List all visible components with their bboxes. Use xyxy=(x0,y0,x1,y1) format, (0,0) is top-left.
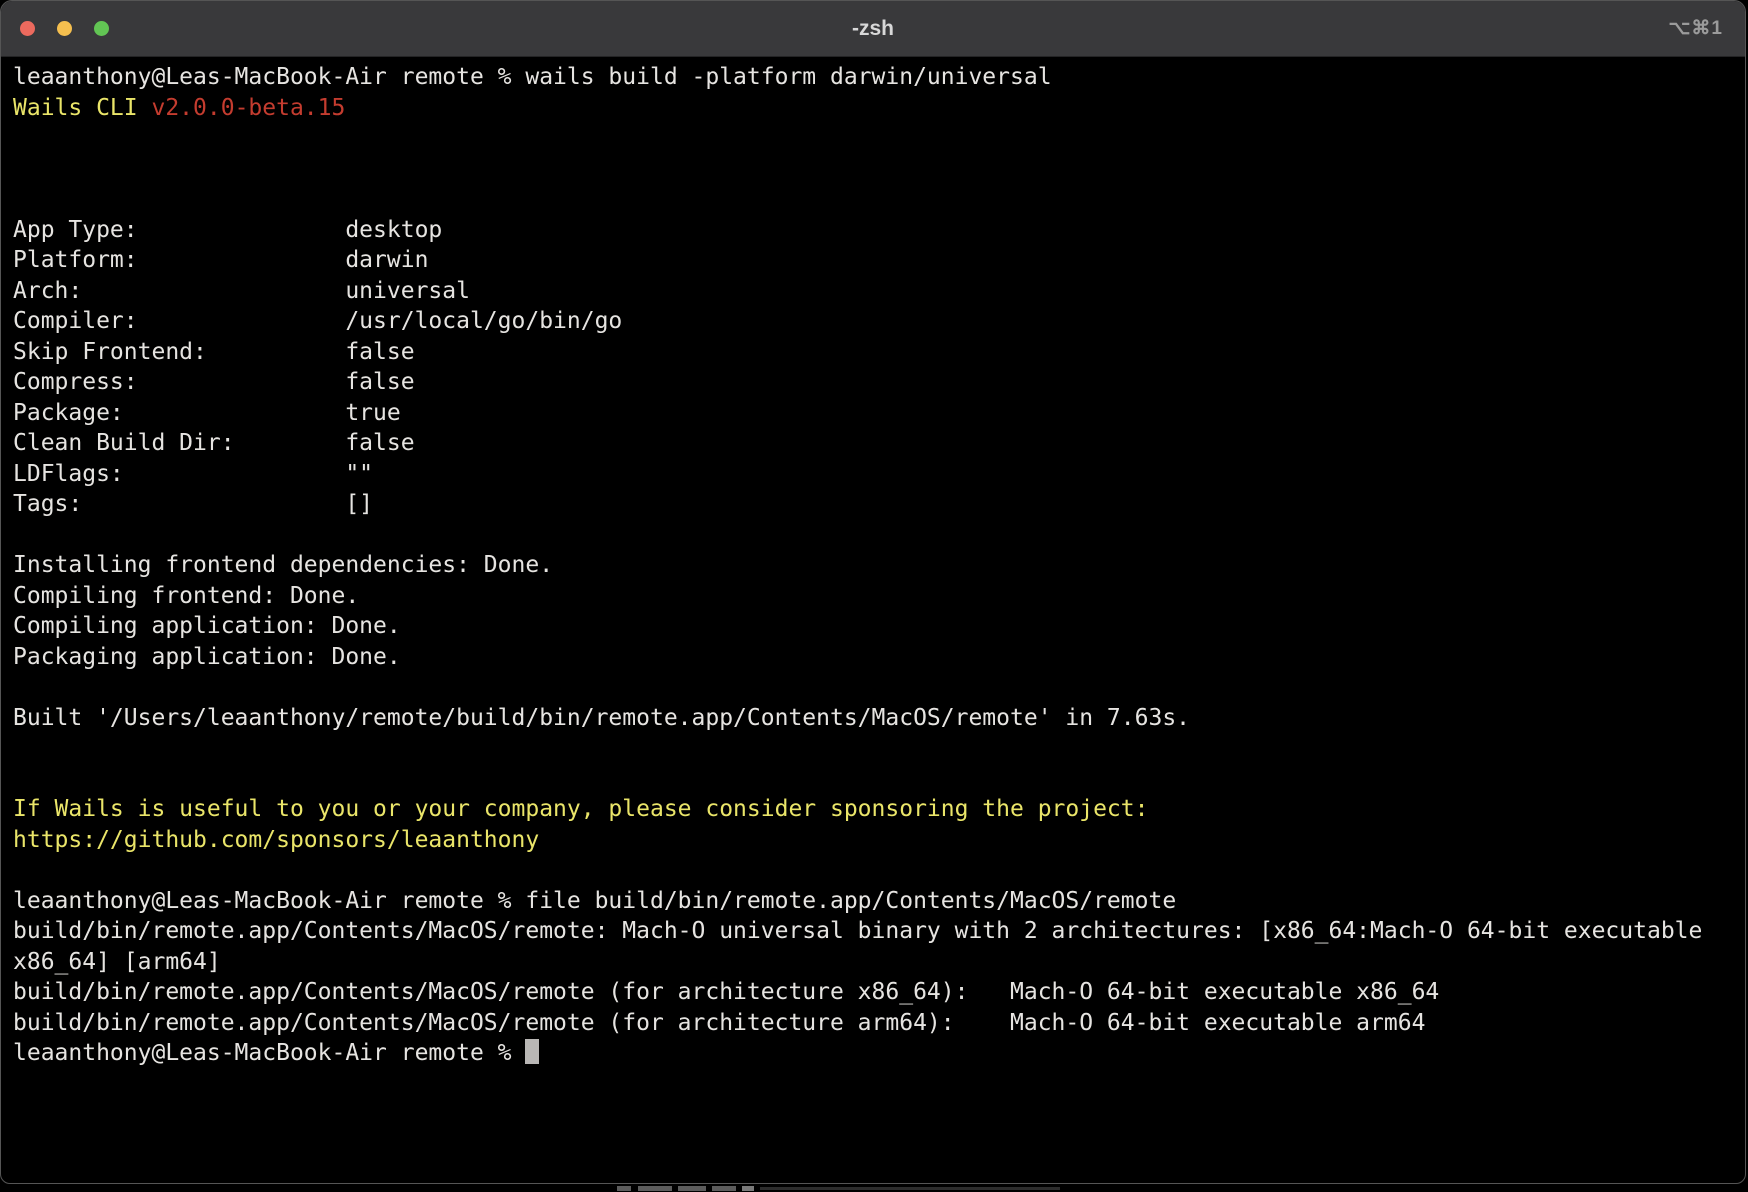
terminal-line: build/bin/remote.app/Contents/MacOS/remo… xyxy=(13,977,1735,1008)
terminal-line: Platform: darwin xyxy=(13,245,1735,276)
terminal-line xyxy=(13,123,1735,154)
window-title: -zsh xyxy=(1,17,1745,41)
terminal-line: https://github.com/sponsors/leaanthony xyxy=(13,825,1735,856)
terminal-line: Package: true xyxy=(13,398,1735,429)
terminal-line: leaanthony@Leas-MacBook-Air remote % xyxy=(13,1038,1735,1069)
background-artifact xyxy=(712,1186,736,1191)
tab-shortcut-badge: ⌥⌘1 xyxy=(1669,1,1723,56)
terminal-line xyxy=(13,520,1735,551)
background-artifact xyxy=(638,1186,672,1191)
terminal-line: Tags: [] xyxy=(13,489,1735,520)
terminal-line: Arch: universal xyxy=(13,276,1735,307)
terminal-line xyxy=(13,764,1735,795)
terminal-line: Compiling frontend: Done. xyxy=(13,581,1735,612)
terminal-line: Packaging application: Done. xyxy=(13,642,1735,673)
background-artifact xyxy=(678,1186,706,1191)
terminal-line: Compiling application: Done. xyxy=(13,611,1735,642)
terminal-line xyxy=(13,184,1735,215)
terminal-line: build/bin/remote.app/Contents/MacOS/remo… xyxy=(13,916,1735,947)
terminal-line: Clean Build Dir: false xyxy=(13,428,1735,459)
terminal-line: If Wails is useful to you or your compan… xyxy=(13,794,1735,825)
terminal-line: Skip Frontend: false xyxy=(13,337,1735,368)
terminal-line: build/bin/remote.app/Contents/MacOS/remo… xyxy=(13,1008,1735,1039)
terminal-line xyxy=(13,154,1735,185)
terminal-line: LDFlags: "" xyxy=(13,459,1735,490)
terminal-line: Built '/Users/leaanthony/remote/build/bi… xyxy=(13,703,1735,734)
terminal-line: x86_64] [arm64] xyxy=(13,947,1735,978)
terminal-cursor xyxy=(525,1039,539,1064)
terminal-line: Compiler: /usr/local/go/bin/go xyxy=(13,306,1735,337)
background-artifact xyxy=(617,1186,631,1191)
terminal-line: Compress: false xyxy=(13,367,1735,398)
titlebar: -zsh ⌥⌘1 xyxy=(1,1,1745,57)
terminal-window: -zsh ⌥⌘1 leaanthony@Leas-MacBook-Air rem… xyxy=(0,0,1746,1184)
terminal-line xyxy=(13,672,1735,703)
terminal-output[interactable]: leaanthony@Leas-MacBook-Air remote % wai… xyxy=(1,57,1745,1069)
terminal-line: Installing frontend dependencies: Done. xyxy=(13,550,1735,581)
terminal-line xyxy=(13,733,1735,764)
background-artifact xyxy=(760,1187,1060,1190)
terminal-line: Wails CLI v2.0.0-beta.15 xyxy=(13,93,1735,124)
terminal-line xyxy=(13,855,1735,886)
background-artifact xyxy=(742,1186,754,1191)
terminal-line: leaanthony@Leas-MacBook-Air remote % fil… xyxy=(13,886,1735,917)
terminal-line: App Type: desktop xyxy=(13,215,1735,246)
terminal-line: leaanthony@Leas-MacBook-Air remote % wai… xyxy=(13,62,1735,93)
